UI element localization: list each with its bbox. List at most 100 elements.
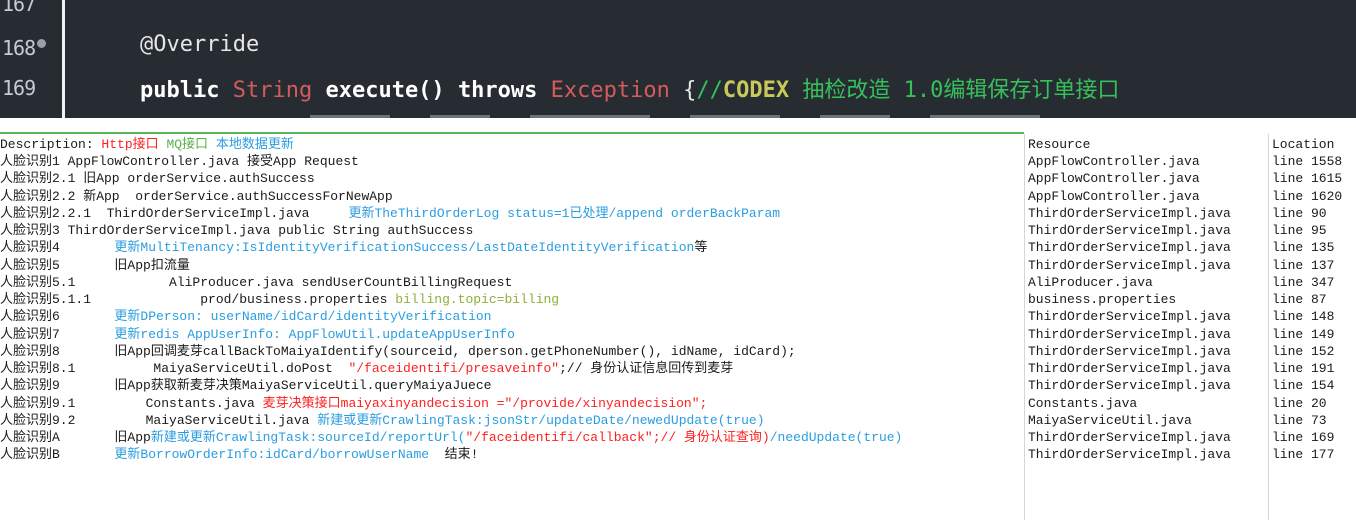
line-number: 168 [2,36,47,60]
description-segment: 人脸识别9 旧App获取新麦芽决策MaiyaServiceUtil.queryM… [0,378,492,394]
task-resource: ThirdOrderServiceImpl.java [1028,447,1231,463]
task-location: line 90 [1272,205,1327,221]
table-row[interactable]: 人脸识别B 更新BorrowOrderInfo:idCard/borrowUse… [0,446,1356,463]
task-location: line 1620 [1272,188,1343,204]
table-row[interactable]: 人脸识别2.1 旧App orderService.authSuccess App… [0,170,1356,187]
task-resource: ThirdOrderServiceImpl.java [1028,223,1231,238]
task-description: 人脸识别2.2 新App orderService.authSuccessFor… [0,188,1024,205]
table-row[interactable]: 人脸识别1 AppFlowController.java 接受App Reque… [0,153,1356,170]
line-number: 169 [2,76,36,100]
task-resource: ThirdOrderServiceImpl.java [1028,326,1231,342]
table-row[interactable]: 人脸识别5 旧App扣流量 ThirdOrderServiceImpl.java l… [0,257,1356,274]
description-segment: 麦芽决策接口maiyaxinyandecision ="/provide/xin… [262,395,708,411]
column-header-resource[interactable]: Resource [1028,136,1266,153]
table-row[interactable]: 人脸识别2.2.1 ThirdOrderServiceImpl.java 更新T… [0,205,1356,222]
description-segment: 人脸识别4 [0,240,115,256]
table-row[interactable]: 人脸识别5.1.1 prod/business.properties billi… [0,291,1356,308]
task-resource: AppFlowController.java [1028,154,1200,169]
description-segment: 更新DPerson: userName/idCard/identityVerif… [114,309,492,325]
task-resource: MaiyaServiceUtil.java [1028,412,1192,428]
task-location: line 20 [1272,395,1327,411]
header-sort-indicator [0,132,1024,134]
task-location: line 149 [1272,326,1335,342]
legend-local: 本地数据更新 [215,137,294,152]
code-editor[interactable]: 167 168 169 @Override public String exec… [0,0,1356,118]
panel-separator [0,118,1356,122]
table-row[interactable]: 人脸识别7 更新redis AppUserInfo: AppFlowUtil.u… [0,326,1356,343]
table-row[interactable]: 人脸识别8 旧App回调麦芽callBackToMaiyaIdentify(so… [0,343,1356,360]
description-segment: "/faceidentifi/presaveinfo" [348,361,560,376]
description-segment: 人脸识别2.2 新App orderService.authSuccessFor… [0,188,393,204]
line-number-gutter: 167 168 169 [0,0,58,118]
description-segment: 人脸识别7 [0,326,115,342]
description-segment: 人脸识别8.1 MaiyaServiceUtil.doPost [0,361,349,376]
task-description: 人脸识别7 更新redis AppUserInfo: AppFlowUtil.u… [0,326,1024,343]
description-segment: 人脸识别5.1.1 prod/business.properties [0,292,396,307]
task-resource: ThirdOrderServiceImpl.java [1028,205,1231,221]
gutter-divider [62,0,65,118]
description-segment: 人脸识别8 旧App回调麦芽callBackToMaiyaIdentify(so… [0,343,796,359]
table-row[interactable]: 人脸识别9.1 Constants.java 麦芽决策接口maiyaxinyan… [0,395,1356,412]
table-row[interactable]: 人脸识别9.2 MaiyaServiceUtil.java 新建或更新Crawl… [0,412,1356,429]
task-description: 人脸识别A 旧App新建或更新CrawlingTask:sourceId/rep… [0,429,1024,446]
table-row[interactable]: 人脸识别A 旧App新建或更新CrawlingTask:sourceId/rep… [0,429,1356,446]
code-line-signature[interactable]: public String execute() throws Exception… [140,72,1119,104]
description-segment: 等 [694,240,708,256]
task-description: 人脸识别8 旧App回调麦芽callBackToMaiyaIdentify(so… [0,343,1024,360]
table-row[interactable]: 人脸识别5.1 AliProducer.java sendUserCountBi… [0,274,1356,291]
task-resource: ThirdOrderServiceImpl.java [1028,430,1231,445]
column-header-location[interactable]: Location [1272,136,1356,153]
task-location: line 73 [1272,412,1327,428]
task-description: 人脸识别2.1 旧App orderService.authSuccess [0,170,1024,187]
task-description: 人脸识别9.2 MaiyaServiceUtil.java 新建或更新Crawl… [0,412,1024,429]
task-location: line 347 [1272,274,1335,290]
task-description: 人脸识别5.1 AliProducer.java sendUserCountBi… [0,274,1024,291]
table-row[interactable]: 人脸识别2.2 新App orderService.authSuccessFor… [0,188,1356,205]
task-description: 人脸识别1 AppFlowController.java 接受App Reque… [0,153,1024,170]
code-line-annotation[interactable]: @Override [140,32,259,57]
description-segment: 人脸识别B [0,447,115,463]
description-segment: 新建或更新CrawlingTask:jsonStr/updateDate/new… [317,412,765,428]
task-description: 人脸识别9 旧App获取新麦芽决策MaiyaServiceUtil.queryM… [0,377,1024,394]
task-location: line 1615 [1272,171,1343,187]
description-segment: 人脸识别2.2.1 ThirdOrderServiceImpl.java [0,205,349,221]
task-description: 人脸识别8.1 MaiyaServiceUtil.doPost "/faceid… [0,360,1024,377]
description-segment: /needUpdate(true) [769,430,903,445]
description-segment: 人脸识别5.1 AliProducer.java sendUserCountBi… [0,274,513,290]
task-location: line 137 [1272,257,1335,273]
task-location: line 152 [1272,343,1335,359]
legend-mq: MQ接口 [166,137,209,152]
description-segment: 更新MultiTenancy:IsIdentityVerificationSuc… [114,240,695,256]
task-description: 人脸识别4 更新MultiTenancy:IsIdentityVerificat… [0,239,1024,256]
column-header-description[interactable]: Description: Http接口 MQ接口 本地数据更新 [0,136,1024,153]
task-location: line 135 [1272,240,1335,256]
task-resource: ThirdOrderServiceImpl.java [1028,240,1231,256]
task-resource: AliProducer.java [1028,274,1153,290]
description-segment: 人脸识别9.1 Constants.java [0,395,263,411]
task-resource: business.properties [1028,292,1177,307]
fold-marker-icon[interactable] [37,39,47,48]
task-location: line 148 [1272,309,1335,325]
task-description: 人脸识别6 更新DPerson: userName/idCard/identit… [0,308,1024,325]
table-row[interactable]: 人脸识别6 更新DPerson: userName/idCard/identit… [0,308,1356,325]
partial-next-line [140,104,1356,118]
description-segment: 更新redis AppUserInfo: AppFlowUtil.updateA… [114,326,515,342]
description-segment: 更新BorrowOrderInfo:idCard/borrowUserName [114,447,430,463]
task-resource: ThirdOrderServiceImpl.java [1028,361,1231,376]
description-segment: 结束! [429,447,479,463]
task-description: 人脸识别2.2.1 ThirdOrderServiceImpl.java 更新T… [0,205,1024,222]
task-description: 人脸识别5 旧App扣流量 [0,257,1024,274]
description-segment: 人脸识别1 AppFlowController.java 接受App Reque… [0,154,359,169]
table-row[interactable]: 人脸识别8.1 MaiyaServiceUtil.doPost "/faceid… [0,360,1356,377]
task-resource: ThirdOrderServiceImpl.java [1028,378,1231,394]
task-location: line 95 [1272,223,1327,238]
task-location: line 87 [1272,292,1327,307]
table-row[interactable]: 人脸识别4 更新MultiTenancy:IsIdentityVerificat… [0,239,1356,256]
task-resource: ThirdOrderServiceImpl.java [1028,343,1231,359]
description-segment: billing.topic=billing [395,292,560,307]
table-row[interactable]: 人脸识别3 ThirdOrderServiceImpl.java public … [0,222,1356,239]
task-resource: ThirdOrderServiceImpl.java [1028,309,1231,325]
description-segment: 人脸识别3 ThirdOrderServiceImpl.java public … [0,223,474,238]
task-location: line 177 [1272,447,1335,463]
table-row[interactable]: 人脸识别9 旧App获取新麦芽决策MaiyaServiceUtil.queryM… [0,377,1356,394]
